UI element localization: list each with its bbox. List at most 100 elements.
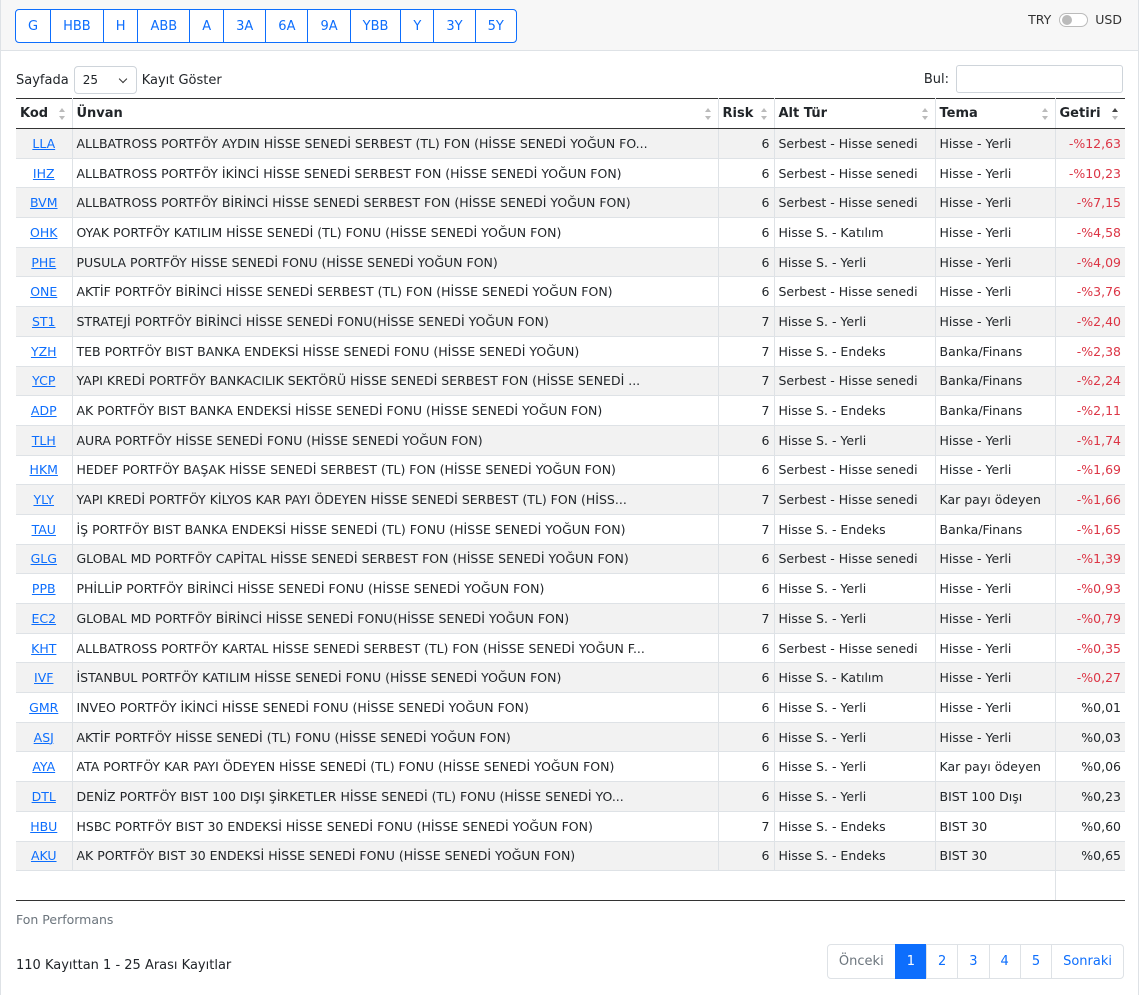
cell-unvan: AURA PORTFÖY HİSSE SENEDİ FONU (HİSSE SE… [72, 425, 719, 456]
period-button-group: G HBB H ABB A 3A 6A 9A YBB Y 3Y 5Y [15, 9, 517, 43]
cell-alt-tur: Serbest - Hisse senedi [774, 544, 936, 575]
period-button-9a[interactable]: 9A [307, 9, 351, 43]
table-row: IHZ ALLBATROSS PORTFÖY İKİNCİ HİSSE SENED… [16, 158, 1125, 189]
cell-getiri: -%2,38 [1055, 336, 1125, 367]
cell-alt-tur: Hisse S. - Yerli [774, 751, 936, 783]
fund-code-link[interactable]: ONE [30, 284, 57, 299]
cell-getiri: -%0,35 [1055, 633, 1125, 664]
table-row: ST1 STRATEJİ PORTFÖY BİRİNCİ HİSSE SENEDİ… [16, 306, 1125, 337]
fund-code-link[interactable]: ADP [31, 403, 57, 418]
fund-code-link[interactable]: PHE [31, 255, 56, 270]
fund-code-link[interactable]: ST1 [32, 314, 56, 329]
period-button-y[interactable]: Y [400, 9, 435, 43]
cell-kod: IVF [16, 662, 73, 694]
column-header-tema[interactable]: Tema [935, 98, 1056, 129]
cell-unvan: PUSULA PORTFÖY HİSSE SENEDİ FONU (HİSSE … [72, 247, 719, 278]
cell-risk: 6 [718, 158, 775, 189]
fund-code-link[interactable]: YLY [33, 492, 54, 507]
cell-getiri: -%12,63 [1055, 128, 1125, 159]
fund-code-link[interactable]: AYA [32, 759, 55, 774]
fund-code-link[interactable]: EC2 [31, 611, 56, 626]
column-header-risk[interactable]: Risk [718, 98, 775, 129]
cell-getiri: -%1,66 [1055, 484, 1125, 515]
fund-code-link[interactable]: YZH [31, 344, 57, 359]
column-header-kod[interactable]: Kod [16, 98, 73, 129]
fund-code-link[interactable]: HKM [30, 462, 58, 477]
period-button-6a[interactable]: 6A [265, 9, 309, 43]
period-button-ybb[interactable]: YBB [349, 9, 402, 43]
pagination-next-button[interactable]: Sonraki [1051, 944, 1124, 979]
pagination: Önceki 1 2 3 4 5 Sonraki [826, 944, 1124, 979]
period-button-h[interactable]: H [102, 9, 139, 43]
cell-getiri: -%4,58 [1055, 217, 1125, 248]
cell-getiri: -%2,11 [1055, 395, 1125, 426]
fund-code-link[interactable]: TLH [32, 433, 56, 448]
table-row: IVF İSTANBUL PORTFÖY KATILIM HİSSE SENEDİ… [16, 662, 1125, 694]
column-header-unvan[interactable]: Ünvan [72, 98, 719, 129]
period-button-3a[interactable]: 3A [223, 9, 267, 43]
fund-code-link[interactable]: ASJ [34, 730, 54, 745]
cell-kod: BVM [16, 187, 73, 219]
table-row: PHE PUSULA PORTFÖY HİSSE SENEDİ FONU (HİS… [16, 247, 1125, 278]
fund-code-link[interactable]: HBU [30, 819, 57, 834]
cell-getiri: %0,60 [1055, 811, 1125, 842]
column-header-alt-tur[interactable]: Alt Tür [774, 98, 936, 129]
column-header-getiri[interactable]: Getiri [1055, 98, 1125, 129]
page-length-suffix: Kayıt Göster [141, 72, 222, 88]
pagination-prev-button[interactable]: Önceki [826, 944, 896, 979]
currency-label-usd: USD [1095, 12, 1122, 27]
cell-unvan: HEDEF PORTFÖY BAŞAK HİSSE SENEDİ SERBEST… [72, 455, 719, 486]
cell-getiri: %0,23 [1055, 781, 1125, 812]
fund-code-link[interactable]: LLA [32, 136, 55, 151]
fund-code-link[interactable]: AKU [31, 848, 57, 863]
period-button-g[interactable]: G [15, 9, 52, 43]
fund-code-link[interactable]: TAU [32, 522, 56, 537]
cell-kod: GLG [16, 544, 73, 575]
cell-alt-tur: Serbest - Hisse senedi [774, 484, 936, 515]
cell-unvan: ALLBATROSS PORTFÖY KARTAL HİSSE SENEDİ S… [72, 633, 719, 664]
column-header-label: Kod [20, 106, 49, 121]
fund-code-link[interactable]: GMR [29, 700, 58, 715]
cell-risk: 7 [718, 514, 775, 545]
search-input[interactable] [956, 65, 1123, 93]
pagination-page-3[interactable]: 3 [957, 944, 990, 979]
cell-kod: TLH [16, 425, 73, 456]
fund-code-link[interactable]: IVF [34, 670, 53, 685]
pagination-page-2[interactable]: 2 [925, 944, 959, 979]
period-button-abb[interactable]: ABB [137, 9, 191, 43]
period-button-5y[interactable]: 5Y [474, 9, 517, 43]
cell-tema: Banka/Finans [935, 336, 1056, 367]
cell-unvan: AKTİF PORTFÖY BİRİNCİ HİSSE SENEDİ SERBE… [72, 276, 719, 308]
currency-toggle[interactable] [1059, 12, 1089, 27]
fund-code-link[interactable]: IHZ [33, 166, 55, 181]
cell-alt-tur: Serbest - Hisse senedi [774, 158, 936, 189]
period-button-hbb[interactable]: HBB [50, 9, 104, 43]
fund-code-link[interactable]: GLG [31, 551, 57, 566]
page-length-select[interactable]: 25 [73, 66, 137, 94]
cell-tema: Hisse - Yerli [935, 187, 1056, 219]
period-button-3y[interactable]: 3Y [433, 9, 476, 43]
fund-code-link[interactable]: OHK [30, 225, 57, 240]
cell-getiri: -%10,23 [1055, 158, 1125, 189]
table-row: ASJ AKTİF PORTFÖY HİSSE SENEDİ (TL) FONU … [16, 722, 1125, 753]
cell-unvan: HSBC PORTFÖY BIST 30 ENDEKSİ HİSSE SENED… [72, 811, 719, 842]
fund-code-link[interactable]: BVM [30, 195, 58, 210]
fund-code-link[interactable]: DTL [32, 789, 56, 804]
table-row: LLA ALLBATROSS PORTFÖY AYDIN HİSSE SENEDİ… [16, 128, 1125, 159]
cell-alt-tur: Hisse S. - Endeks [774, 514, 936, 545]
cell-unvan: ALLBATROSS PORTFÖY İKİNCİ HİSSE SENEDİ S… [72, 158, 719, 189]
pagination-page-1[interactable]: 1 [894, 944, 927, 979]
fund-code-link[interactable]: KHT [31, 641, 56, 656]
cell-unvan: ALLBATROSS PORTFÖY AYDIN HİSSE SENEDİ SE… [72, 128, 719, 159]
sort-icon [921, 108, 929, 120]
pagination-page-4[interactable]: 4 [988, 944, 1021, 979]
fund-code-link[interactable]: YCP [32, 373, 55, 388]
fund-code-link[interactable]: PPB [32, 581, 56, 596]
cell-tema: Banka/Finans [935, 514, 1056, 545]
pagination-page-5[interactable]: 5 [1019, 944, 1053, 979]
period-toolbar: G HBB H ABB A 3A 6A 9A YBB Y 3Y 5Y TRY U… [1, 0, 1138, 51]
cell-risk: 7 [718, 336, 775, 367]
period-button-a[interactable]: A [189, 9, 225, 43]
cell-unvan: İSTANBUL PORTFÖY KATILIM HİSSE SENEDİ FO… [72, 662, 719, 694]
cell-alt-tur: Serbest - Hisse senedi [774, 128, 936, 159]
